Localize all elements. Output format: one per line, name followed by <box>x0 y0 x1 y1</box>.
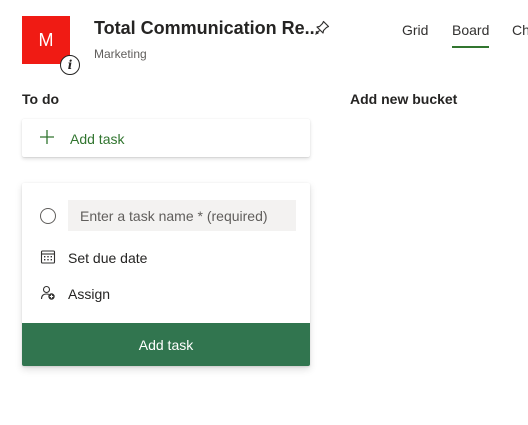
add-new-bucket[interactable]: Add new bucket <box>350 91 457 107</box>
add-task-label: Add task <box>70 131 125 147</box>
calendar-icon <box>40 250 56 264</box>
tab-board[interactable]: Board <box>452 22 490 48</box>
tab-charts[interactable]: Ch <box>512 22 528 38</box>
radio-circle-icon[interactable] <box>40 208 56 224</box>
bucket-title-todo[interactable]: To do <box>22 91 59 107</box>
new-task-form: Set due date Assign Add task <box>22 183 310 366</box>
tab-grid[interactable]: Grid <box>402 22 428 38</box>
set-due-date-button[interactable]: Set due date <box>68 250 147 266</box>
plan-avatar-letter: M <box>38 29 54 50</box>
add-task-row[interactable]: Add task <box>22 119 310 157</box>
person-add-icon <box>40 285 55 300</box>
assign-button[interactable]: Assign <box>68 286 110 302</box>
pin-icon[interactable] <box>313 19 331 37</box>
add-task-submit-button[interactable]: Add task <box>22 323 310 366</box>
plan-group: Marketing <box>94 47 147 61</box>
task-name-input[interactable] <box>68 200 296 231</box>
plan-title: Total Communication Re... <box>94 18 320 38</box>
info-icon[interactable]: i <box>60 55 80 75</box>
plus-icon <box>40 130 54 144</box>
